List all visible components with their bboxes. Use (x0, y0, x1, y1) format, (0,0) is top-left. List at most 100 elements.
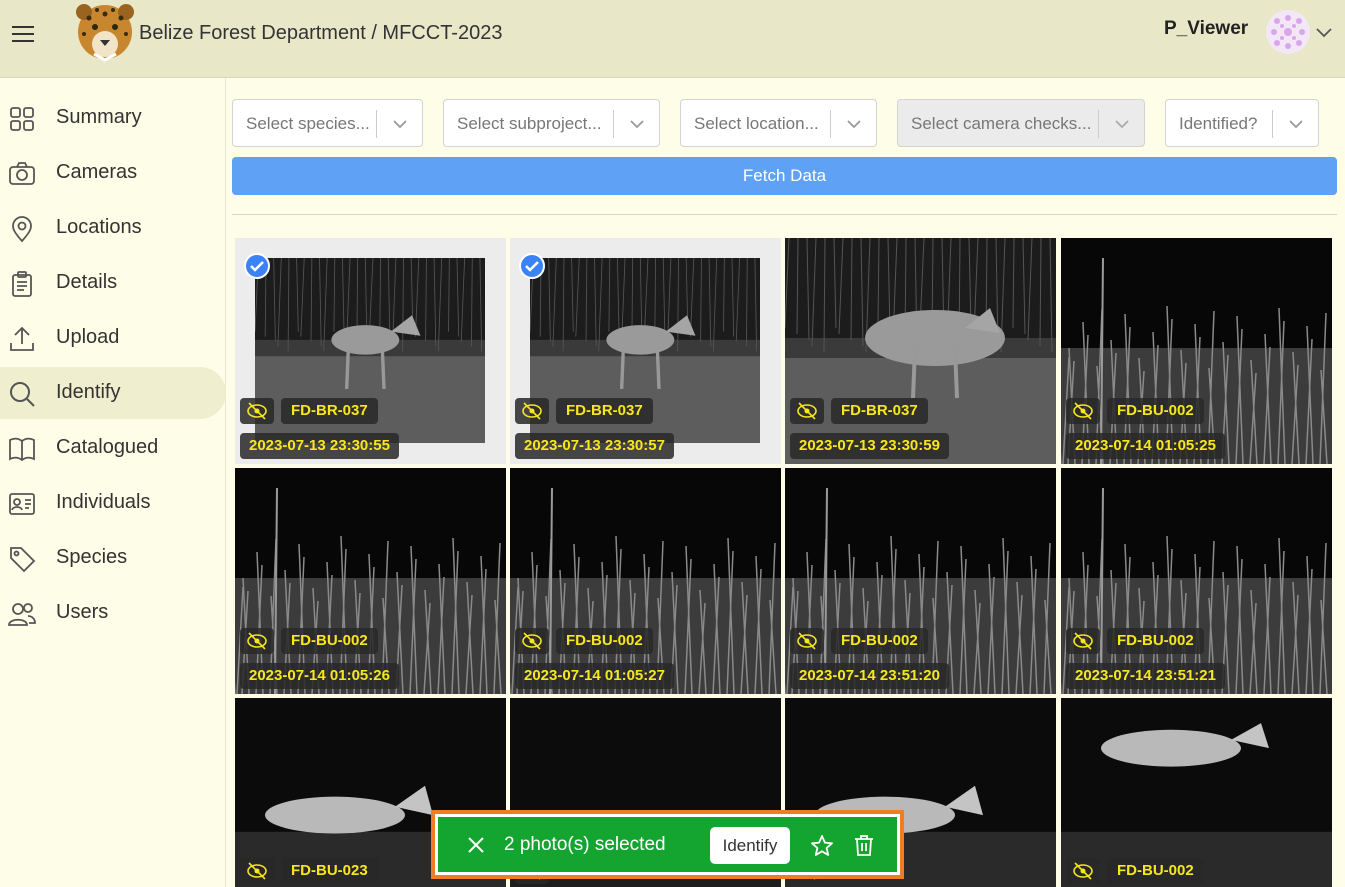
menu-icon[interactable] (10, 23, 38, 45)
eye-off-icon[interactable] (515, 398, 549, 424)
camera-id-badge: FD-BU-002 (1107, 628, 1204, 654)
sidebar-item-catalogued[interactable]: Catalogued (0, 422, 226, 474)
camera-checks-select: Select camera checks... (897, 99, 1145, 147)
photo-tile[interactable]: FD-BU-002 2023-07-14 01:05:25 (1061, 238, 1332, 464)
chevron-down-icon (393, 120, 407, 129)
photo-tile[interactable]: FD-BU-002 2023-07-14 23:51:21 (1061, 468, 1332, 694)
location-select-placeholder: Select location... (694, 114, 819, 133)
search-icon (10, 382, 35, 407)
chevron-down-icon (847, 120, 861, 129)
sidebar-item-label: Individuals (56, 491, 151, 513)
camera-id-badge: FD-BU-002 (1107, 398, 1204, 424)
chevron-down-icon[interactable] (1314, 22, 1334, 42)
sidebar-item-cameras[interactable]: Cameras (0, 147, 226, 199)
location-select[interactable]: Select location... (680, 99, 877, 147)
trail-camera-image (235, 468, 506, 694)
eye-off-icon[interactable] (1066, 398, 1100, 424)
eye-off-icon[interactable] (790, 628, 824, 654)
sidebar-item-label: Upload (56, 326, 120, 348)
photo-tile[interactable]: FD-BR-037 2023-07-13 23:30:57 (510, 238, 781, 464)
identified-select[interactable]: Identified? (1165, 99, 1319, 147)
grid-icon (10, 107, 34, 131)
selection-count: 2 photo(s) selected (504, 834, 666, 855)
avatar[interactable] (1266, 10, 1310, 54)
clipboard-icon (12, 271, 32, 297)
close-icon[interactable] (466, 835, 486, 855)
timestamp-badge: 2023-07-14 01:05:26 (240, 663, 399, 689)
camera-id-badge: FD-BU-002 (556, 628, 653, 654)
map-pin-icon (12, 216, 32, 243)
sidebar-item-label: Locations (56, 216, 142, 238)
eye-off-icon[interactable] (1066, 858, 1100, 884)
trail-camera-image (785, 468, 1056, 694)
eye-off-icon[interactable] (515, 628, 549, 654)
sidebar-item-summary[interactable]: Summary (0, 92, 226, 144)
identified-select-placeholder: Identified? (1179, 114, 1258, 133)
sidebar-item-upload[interactable]: Upload (0, 312, 226, 364)
check-icon[interactable] (519, 253, 545, 279)
timestamp-badge: 2023-07-14 01:05:25 (1066, 433, 1225, 459)
upload-icon (10, 326, 34, 351)
jaguar-logo (76, 4, 134, 62)
photo-tile[interactable]: FD-BU-002 2023-07-14 01:05:26 (235, 468, 506, 694)
eye-off-icon[interactable] (240, 858, 274, 884)
sidebar-item-users[interactable]: Users (0, 587, 226, 639)
camera-id-badge: FD-BU-002 (281, 628, 378, 654)
sidebar-item-label: Species (56, 546, 128, 568)
sidebar-item-identify[interactable]: Identify (0, 367, 226, 419)
trail-camera-image (785, 238, 1056, 464)
camera-checks-select-placeholder: Select camera checks... (911, 114, 1092, 133)
camera-id-badge: FD-BU-002 (1107, 858, 1204, 884)
camera-id-badge: FD-BR-037 (556, 398, 653, 424)
sidebar-item-label: Details (56, 271, 118, 293)
eye-off-icon[interactable] (240, 628, 274, 654)
photo-tile[interactable]: FD-BR-037 2023-07-13 23:30:59 (785, 238, 1056, 464)
id-card-icon (9, 493, 35, 515)
sidebar-item-locations[interactable]: Locations (0, 202, 226, 254)
camera-id-badge: FD-BU-002 (831, 628, 928, 654)
camera-id-badge: FD-BU-023 (281, 858, 378, 884)
timestamp-badge: 2023-07-13 23:30:59 (790, 433, 949, 459)
chevron-down-icon (1115, 120, 1129, 129)
species-select-placeholder: Select species... (246, 114, 370, 133)
sidebar-item-label: Users (56, 601, 109, 623)
sidebar-item-details[interactable]: Details (0, 257, 226, 309)
trash-icon[interactable] (852, 833, 876, 857)
sidebar-item-species[interactable]: Species (0, 532, 226, 584)
sidebar-item-label: Catalogued (56, 436, 159, 458)
sidebar-item-label: Cameras (56, 161, 138, 183)
photo-tile[interactable]: FD-BU-002 (1061, 698, 1332, 887)
eye-off-icon[interactable] (1066, 628, 1100, 654)
trail-camera-image (1061, 468, 1332, 694)
species-select[interactable]: Select species... (232, 99, 423, 147)
check-icon[interactable] (244, 253, 270, 279)
subproject-select-placeholder: Select subproject... (457, 114, 602, 133)
star-icon[interactable] (810, 834, 834, 858)
project-title: Belize Forest Department / MFCCT-2023 (139, 22, 503, 44)
fetch-data-button[interactable]: Fetch Data (232, 157, 1337, 195)
timestamp-badge: 2023-07-13 23:30:57 (515, 433, 674, 459)
photo-tile[interactable]: FD-BU-002 2023-07-14 23:51:20 (785, 468, 1056, 694)
trail-camera-image (510, 468, 781, 694)
trail-camera-image (1061, 238, 1332, 464)
username: P_Viewer (1164, 18, 1249, 39)
eye-off-icon[interactable] (790, 398, 824, 424)
camera-id-badge: FD-BR-037 (831, 398, 928, 424)
chevron-down-icon (630, 120, 644, 129)
camera-icon (9, 162, 35, 185)
sidebar-item-individuals[interactable]: Individuals (0, 477, 226, 529)
divider (232, 214, 1337, 215)
camera-id-badge: FD-BR-037 (281, 398, 378, 424)
tag-icon (10, 547, 36, 573)
identify-button[interactable]: Identify (710, 827, 790, 864)
sidebar: Summary Cameras Locations Details Upload… (0, 78, 226, 887)
sidebar-item-label: Identify (56, 381, 121, 403)
timestamp-badge: 2023-07-14 23:51:20 (790, 663, 949, 689)
eye-off-icon[interactable] (240, 398, 274, 424)
photo-tile[interactable]: FD-BU-002 2023-07-14 01:05:27 (510, 468, 781, 694)
subproject-select[interactable]: Select subproject... (443, 99, 660, 147)
users-icon (8, 603, 36, 626)
photo-tile[interactable]: FD-BR-037 2023-07-13 23:30:55 (235, 238, 506, 464)
app-header: Belize Forest Department / MFCCT-2023 P_… (0, 0, 1345, 78)
timestamp-badge: 2023-07-14 01:05:27 (515, 663, 674, 689)
